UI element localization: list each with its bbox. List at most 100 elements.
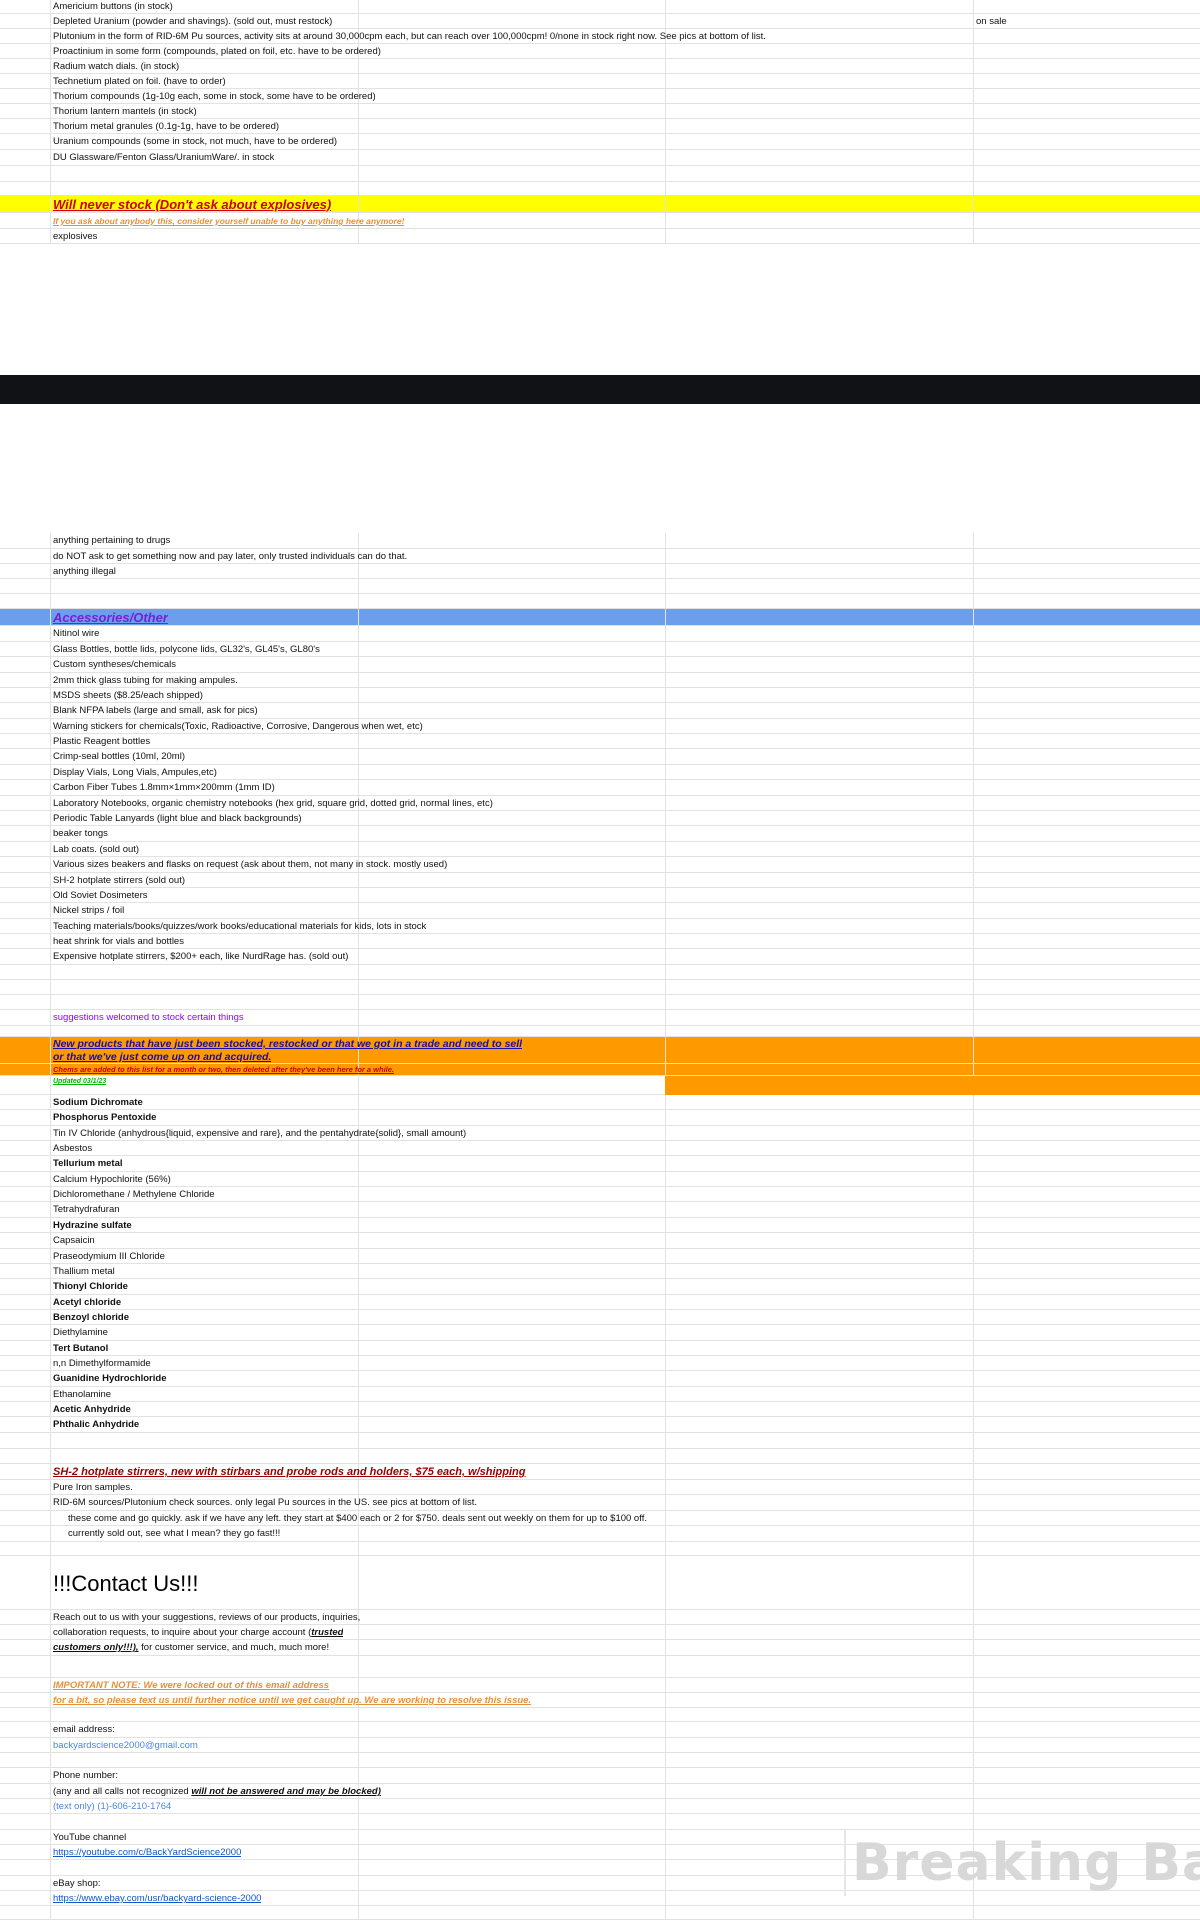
sheet-row-empty[interactable] xyxy=(0,965,1200,980)
sheet-row[interactable]: Thorium metal granules (0.1g-1g, have to… xyxy=(0,119,1200,134)
sheet-row[interactable]: heat shrink for vials and bottles xyxy=(0,934,1200,949)
sheet-row[interactable]: Crimp-seal bottles (10ml, 20ml) xyxy=(0,749,1200,765)
new-product-row[interactable]: Thallium metal xyxy=(0,1264,1200,1279)
sheet-row[interactable]: Periodic Table Lanyards (light blue and … xyxy=(0,811,1200,826)
sheet-row[interactable]: Blank NFPA labels (large and small, ask … xyxy=(0,703,1200,719)
new-product-row[interactable]: Ethanolamine xyxy=(0,1387,1200,1402)
sheet-row[interactable]: email address: xyxy=(0,1722,1200,1738)
new-product-row[interactable]: Thionyl Chloride xyxy=(0,1279,1200,1295)
accessories-header-row[interactable]: Accessories/Other xyxy=(0,609,1200,626)
sheet-row-empty[interactable] xyxy=(0,594,1200,609)
sheet-row[interactable]: Expensive hotplate stirrers, $200+ each,… xyxy=(0,949,1200,965)
new-product-row[interactable]: Sodium Dichromate xyxy=(0,1095,1200,1110)
sheet-row[interactable]: Thorium lantern mantels (in stock) xyxy=(0,104,1200,119)
sheet-row[interactable]: Thorium compounds (1g-10g each, some in … xyxy=(0,89,1200,104)
sheet-row-empty[interactable] xyxy=(0,1656,1200,1678)
sheet-row-empty[interactable] xyxy=(0,579,1200,594)
sheet-row[interactable]: Depleted Uranium (powder and shavings). … xyxy=(0,14,1200,29)
sheet-row[interactable]: IMPORTANT NOTE: We were locked out of th… xyxy=(0,1678,1200,1693)
new-product-row[interactable]: Acetic Anhydride xyxy=(0,1402,1200,1417)
sheet-row-empty[interactable] xyxy=(0,182,1200,196)
sheet-row[interactable]: (text only) (1)-606-210-1764 xyxy=(0,1799,1200,1814)
sheet-row[interactable]: Reach out to us with your suggestions, r… xyxy=(0,1610,1200,1625)
email-value[interactable]: backyardscience2000@gmail.com xyxy=(53,1738,198,1753)
sheet-row[interactable]: these come and go quickly. ask if we hav… xyxy=(0,1511,1200,1526)
new-products-header-row[interactable]: New products that have just been stocked… xyxy=(0,1037,1200,1064)
sheet-row-empty[interactable] xyxy=(0,1906,1200,1920)
sheet-row[interactable]: Various sizes beakers and flasks on requ… xyxy=(0,857,1200,873)
new-product-row[interactable]: Dichloromethane / Methylene Chloride xyxy=(0,1187,1200,1202)
sheet-row[interactable]: Custom syntheses/chemicals xyxy=(0,657,1200,673)
new-product-row[interactable]: Tetrahydrafuran xyxy=(0,1202,1200,1218)
updated-row[interactable]: Updated 03/1/23 xyxy=(0,1076,1200,1095)
sheet-row[interactable]: Warning stickers for chemicals(Toxic, Ra… xyxy=(0,719,1200,734)
new-product-row[interactable]: Hydrazine sulfate xyxy=(0,1218,1200,1233)
sheet-row[interactable]: Nickel strips / foil xyxy=(0,903,1200,919)
sheet-row[interactable]: Lab coats. (sold out) xyxy=(0,842,1200,857)
sheet-row[interactable]: Laboratory Notebooks, organic chemistry … xyxy=(0,796,1200,811)
new-product-row[interactable]: Diethylamine xyxy=(0,1325,1200,1341)
sheet-row-empty[interactable] xyxy=(0,1814,1200,1830)
sheet-row[interactable]: explosives xyxy=(0,229,1200,244)
sheet-row[interactable]: If you ask about anybody this, consider … xyxy=(0,213,1200,229)
new-product-row[interactable]: Tert Butanol xyxy=(0,1341,1200,1356)
contact-title-row[interactable]: !!!Contact Us!!! xyxy=(0,1556,1200,1610)
sheet-row[interactable]: MSDS sheets ($8.25/each shipped) xyxy=(0,688,1200,703)
phone-value[interactable]: (text only) (1)-606-210-1764 xyxy=(53,1799,171,1814)
ebay-link[interactable]: https://www.ebay.com/usr/backyard-scienc… xyxy=(53,1891,261,1906)
sheet-row[interactable]: (any and all calls not recognized will n… xyxy=(0,1784,1200,1799)
sheet-row-empty[interactable] xyxy=(0,1753,1200,1768)
sheet-row[interactable]: Old Soviet Dosimeters xyxy=(0,888,1200,903)
new-product-row[interactable]: n,n Dimethylformamide xyxy=(0,1356,1200,1371)
new-product-row[interactable]: Phosphorus Pentoxide xyxy=(0,1110,1200,1126)
sheet-row[interactable]: do NOT ask to get something now and pay … xyxy=(0,549,1200,564)
sheet-row[interactable]: Americium buttons (in stock) xyxy=(0,0,1200,14)
new-product-row[interactable]: Acetyl chloride xyxy=(0,1295,1200,1310)
sheet-row-empty[interactable] xyxy=(0,1026,1200,1037)
sheet-row[interactable]: Technetium plated on foil. (have to orde… xyxy=(0,74,1200,89)
sheet-row-empty[interactable] xyxy=(0,1708,1200,1722)
sheet-row[interactable]: Teaching materials/books/quizzes/work bo… xyxy=(0,919,1200,934)
new-product-row[interactable]: Asbestos xyxy=(0,1141,1200,1156)
sheet-row[interactable]: Uranium compounds (some in stock, not mu… xyxy=(0,134,1200,150)
sheet-row[interactable]: Plastic Reagent bottles xyxy=(0,734,1200,749)
sheet-row[interactable]: anything illegal xyxy=(0,564,1200,579)
new-product-row[interactable]: Praseodymium III Chloride xyxy=(0,1249,1200,1264)
new-products-subtitle-row[interactable]: Chems are added to this list for a month… xyxy=(0,1064,1200,1076)
new-product-row[interactable]: Benzoyl chloride xyxy=(0,1310,1200,1325)
sheet-row[interactable]: beaker tongs xyxy=(0,826,1200,842)
new-product-row[interactable]: Tellurium metal xyxy=(0,1156,1200,1172)
sheet-row[interactable]: customers only!!!), for customer service… xyxy=(0,1640,1200,1656)
sheet-row[interactable]: 2mm thick glass tubing for making ampule… xyxy=(0,673,1200,688)
new-product-row[interactable]: Phthalic Anhydride xyxy=(0,1417,1200,1433)
new-product-row[interactable]: Tin IV Chloride (anhydrous{liquid, expen… xyxy=(0,1126,1200,1141)
sheet-row-empty[interactable] xyxy=(0,166,1200,182)
sheet-row[interactable]: SH-2 hotplate stirrers (sold out) xyxy=(0,873,1200,888)
sheet-row-empty[interactable] xyxy=(0,1433,1200,1449)
sheet-row[interactable]: Phone number: xyxy=(0,1768,1200,1784)
sheet-row[interactable]: suggestions welcomed to stock certain th… xyxy=(0,1010,1200,1026)
sheet-row[interactable]: anything pertaining to drugs xyxy=(0,533,1200,549)
sheet-row[interactable]: backyardscience2000@gmail.com xyxy=(0,1738,1200,1753)
youtube-link[interactable]: https://youtube.com/c/BackYardScience200… xyxy=(53,1845,241,1860)
sheet-row[interactable]: Radium watch dials. (in stock) xyxy=(0,59,1200,74)
sh2-header-row[interactable]: SH-2 hotplate stirrers, new with stirbar… xyxy=(0,1464,1200,1480)
sheet-row[interactable]: currently sold out, see what I mean? the… xyxy=(0,1526,1200,1542)
sheet-row-empty[interactable] xyxy=(0,980,1200,995)
sheet-row[interactable]: RID-6M sources/Plutonium check sources. … xyxy=(0,1495,1200,1511)
sheet-row[interactable]: Glass Bottles, bottle lids, polycone lid… xyxy=(0,642,1200,657)
sheet-row[interactable]: Proactinium in some form (compounds, pla… xyxy=(0,44,1200,59)
sheet-row[interactable]: Pure Iron samples. xyxy=(0,1480,1200,1495)
new-product-row[interactable]: Calcium Hypochlorite (56%) xyxy=(0,1172,1200,1187)
sheet-row-empty[interactable] xyxy=(0,1449,1200,1464)
new-product-row[interactable]: Guanidine Hydrochloride xyxy=(0,1371,1200,1387)
sheet-row-empty[interactable] xyxy=(0,1542,1200,1556)
sheet-row-empty[interactable] xyxy=(0,995,1200,1010)
sheet-row[interactable]: Carbon Fiber Tubes 1.8mm×1mm×200mm (1mm … xyxy=(0,780,1200,796)
sheet-row[interactable]: for a bit, so please text us until furth… xyxy=(0,1693,1200,1708)
sheet-row[interactable]: DU Glassware/Fenton Glass/UraniumWare/. … xyxy=(0,150,1200,166)
new-product-row[interactable]: Capsaicin xyxy=(0,1233,1200,1249)
sheet-row[interactable]: Plutonium in the form of RID-6M Pu sourc… xyxy=(0,29,1200,44)
sheet-row[interactable]: Nitinol wire xyxy=(0,626,1200,642)
sheet-row[interactable]: Display Vials, Long Vials, Ampules,etc) xyxy=(0,765,1200,780)
